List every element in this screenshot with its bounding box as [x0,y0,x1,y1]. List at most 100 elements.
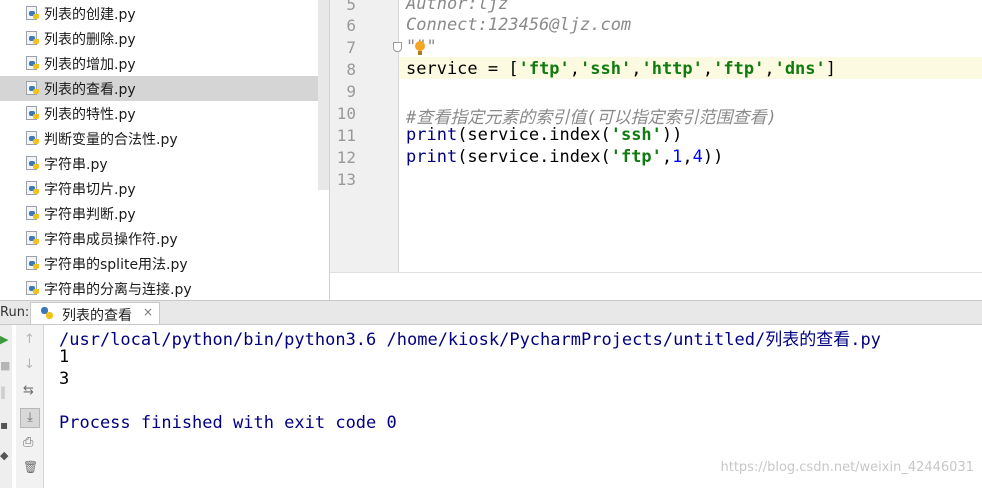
code-token: , [682,147,693,167]
soft-wrap-icon[interactable]: ⇆ [23,384,34,397]
line-number-gutter: 5 6 7 8 9 10 11 12 13 [330,0,398,272]
code-line[interactable]: print(service.index('ssh')) [406,125,682,145]
line-number: 9 [346,82,356,101]
tree-item[interactable]: 列表的创建.py [0,1,318,26]
line-number: 11 [336,126,356,145]
code-token: )) [661,125,683,145]
tree-item[interactable]: 字符串的分离与连接.py [0,276,318,300]
tree-item-label: 列表的创建.py [44,7,136,23]
python-icon [41,307,54,320]
string-token: 'http' [641,59,703,79]
tree-scrollbar[interactable] [318,0,329,190]
project-tree: 列表的创建.py 列表的删除.py 列表的增加.py 列表的查看.py 列表的特… [0,0,330,300]
line-number: 8 [346,60,356,79]
arrow-down-icon[interactable]: ↓ [24,358,35,371]
code-line[interactable]: Connect:123456@ljz.com [406,15,631,35]
code-line[interactable]: Author:ljz [406,0,508,14]
code-token: (service.index( [457,125,611,145]
fold-marker-icon[interactable] [393,42,402,52]
keyword-token: print [406,125,458,145]
print-icon[interactable]: ⎙ [23,436,33,449]
line-number: 13 [336,170,356,189]
python-file-icon [26,231,40,246]
code-token: (service.index( [457,147,611,167]
string-token: 'ssh' [610,125,662,145]
tree-item-selected[interactable]: 列表的查看.py [0,76,318,101]
pin-icon[interactable]: ◆ [0,450,8,461]
console-exit-message: Process finished with exit code 0 [59,413,397,433]
settings-icon[interactable]: ▪ [0,419,8,431]
tree-item[interactable]: 字符串切片.py [0,176,318,201]
stop-icon[interactable]: ■ [0,360,10,371]
pause-icon[interactable]: ‖ [0,386,6,398]
python-file-icon [26,81,40,96]
arrow-up-icon[interactable]: ↑ [24,333,35,346]
python-file-icon [26,131,40,146]
run-left-toolbar: ▶ ■ ‖ ▪ ◆ [0,325,12,488]
code-token: ] [825,59,837,79]
python-file-icon [26,256,40,271]
python-file-icon [26,181,40,196]
tree-item[interactable]: 字符串判断.py [0,201,318,226]
python-file-icon [26,6,40,21]
string-token: 'dns' [774,59,826,79]
tree-item[interactable]: 字符串的splite用法.py [0,251,318,276]
code-token: , [702,59,714,79]
string-token: 'ftp' [518,59,570,79]
code-line[interactable]: service = ['ftp','ssh','http','ftp','dns… [406,59,836,79]
console-output: 1 [59,347,70,367]
scroll-to-end-icon[interactable]: ⤓ [20,408,40,428]
rerun-icon[interactable]: ▶ [0,334,8,345]
run-tab[interactable]: 列表的查看 × [30,302,160,324]
python-file-icon [26,31,40,46]
code-token: , [764,59,775,79]
watermark: https://blog.csdn.net/weixin_42446031 [720,460,974,475]
string-token: 'ftp' [610,147,662,167]
keyword-token: print [406,147,458,167]
code-token: , [631,59,642,79]
code-editor[interactable]: 5 6 7 8 9 10 11 12 13 Author:ljz Connect… [330,0,982,272]
run-label: Run: [0,305,30,320]
tree-item-label: 列表的特性.py [44,107,136,123]
tree-item[interactable]: 字符串.py [0,151,318,176]
line-number: 12 [336,148,356,167]
tree-item[interactable]: 列表的增加.py [0,51,318,76]
run-console-toolbar: ↑ ↓ ⇆ ⤓ ⎙ 🗑 [16,325,44,488]
line-number: 7 [346,38,356,57]
tree-item-label: 列表的删除.py [44,32,136,48]
tree-item[interactable]: 列表的删除.py [0,26,318,51]
number-token: 1 [672,147,683,167]
tree-item-label: 字符串的splite用法.py [44,257,188,273]
editor-bottom-area [330,272,982,300]
code-token: service = [ [406,59,519,79]
string-token: 'ftp' [713,59,765,79]
tree-item-label: 字符串.py [44,157,108,173]
number-token: 4 [692,147,703,167]
python-file-icon [26,206,40,221]
tree-item-label: 字符串判断.py [44,207,136,223]
tree-item-label: 判断变量的合法性.py [44,132,178,148]
run-tab-label: 列表的查看 [62,308,132,324]
python-file-icon [26,281,40,296]
python-file-icon [26,56,40,71]
trash-icon[interactable]: 🗑 [23,461,38,473]
tree-item[interactable]: 字符串成员操作符.py [0,226,318,251]
tree-item-label: 字符串切片.py [44,182,136,198]
code-token: , [569,59,581,79]
code-token: , [661,147,673,167]
tree-item-label: 列表的查看.py [44,82,136,98]
gutter-border [398,0,399,272]
python-file-icon [26,106,40,121]
python-file-icon [26,156,40,171]
line-number: 6 [346,16,356,35]
tree-item-label: 字符串成员操作符.py [44,232,178,248]
code-token: )) [702,147,724,167]
tree-item-label: 列表的增加.py [44,57,136,73]
code-line[interactable]: print(service.index('ftp',1,4)) [406,147,723,167]
line-number: 5 [346,0,356,14]
tree-item[interactable]: 判断变量的合法性.py [0,126,318,151]
tree-item[interactable]: 列表的特性.py [0,101,318,126]
run-panel-header: Run: 列表的查看 × [0,300,982,325]
lightbulb-icon[interactable] [415,41,425,57]
close-icon[interactable]: × [143,305,153,319]
